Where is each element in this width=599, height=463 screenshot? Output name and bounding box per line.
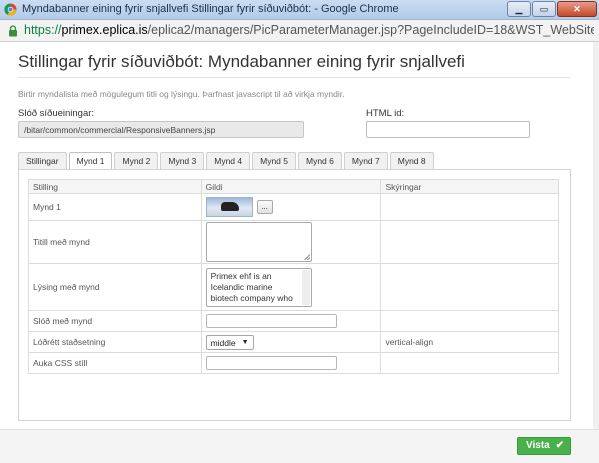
maximize-icon: ▭ xyxy=(539,4,549,14)
tab-mynd-7[interactable]: Mynd 7 xyxy=(343,152,388,169)
link-input[interactable] xyxy=(205,314,337,328)
row-note xyxy=(380,193,559,221)
save-label: Vista xyxy=(526,440,550,451)
header-setting: Stilling xyxy=(28,179,202,194)
row-value: Primex ehf is an Icelandic marine biotec… xyxy=(200,263,382,311)
css-class-input[interactable] xyxy=(205,356,337,370)
horse-image xyxy=(220,202,239,211)
dialog-footer xyxy=(0,429,599,463)
tab-mynd-8[interactable]: Mynd 8 xyxy=(389,152,434,169)
page-scrollbar[interactable] xyxy=(593,42,599,429)
table-row: Auka CSS stíll xyxy=(28,352,559,374)
tab-stillingar[interactable]: Stillingar xyxy=(18,152,67,169)
save-button[interactable]: Vista ✔ xyxy=(517,437,571,455)
description-text: Primex ehf is an Icelandic marine biotec… xyxy=(210,270,293,303)
tab-mynd-4[interactable]: Mynd 4 xyxy=(206,152,251,169)
title-divider xyxy=(18,77,570,78)
url-host: primex.eplica.is xyxy=(61,23,148,37)
tab-mynd-5[interactable]: Mynd 5 xyxy=(252,152,296,169)
url-text[interactable]: https://primex.eplica.is/eplica2/manager… xyxy=(24,23,594,37)
resize-grip-icon[interactable] xyxy=(303,254,310,260)
row-value xyxy=(200,352,382,374)
maximize-button[interactable]: ▭ xyxy=(532,1,556,17)
header-value: Gildi xyxy=(200,179,382,194)
row-label: Titill með mynd xyxy=(28,220,202,264)
address-bar[interactable]: https://primex.eplica.is/eplica2/manager… xyxy=(0,20,599,42)
row-label: Lýsing með mynd xyxy=(28,263,202,311)
tab-mynd-2[interactable]: Mynd 2 xyxy=(114,152,159,169)
row-value xyxy=(200,310,382,332)
minimize-icon: ▁ xyxy=(515,4,523,14)
textarea-scrollbar[interactable] xyxy=(301,269,310,305)
chevron-down-icon: ▼ xyxy=(241,338,249,346)
row-label: Lóðrétt staðsetning xyxy=(28,331,202,353)
page-title: Stillingar fyrir síðuviðbót: Myndabanner… xyxy=(18,52,465,71)
row-note xyxy=(380,310,559,332)
html-id-input[interactable] xyxy=(366,121,530,138)
path-label: Slóð síðueiningar: xyxy=(18,108,95,119)
table-row: Lóðrétt staðsetning middle ▼ vertical-ali… xyxy=(28,331,559,353)
path-field: /bitar/common/commercial/ResponsiveBanne… xyxy=(18,121,304,138)
table-row: Titill með mynd xyxy=(28,220,559,264)
row-value: middle ▼ xyxy=(200,331,382,353)
tab-bar: Stillingar Mynd 1 Mynd 2 Mynd 3 Mynd 4 M… xyxy=(18,152,436,170)
minimize-button[interactable]: ▁ xyxy=(507,1,531,17)
table-row: Lýsing með mynd Primex ehf is an Iceland… xyxy=(28,263,559,311)
select-value: middle xyxy=(210,337,236,348)
title-textarea[interactable] xyxy=(205,222,312,262)
tab-mynd-6[interactable]: Mynd 6 xyxy=(297,152,342,169)
row-label: Slóð með mynd xyxy=(28,310,202,332)
header-notes: Skýringar xyxy=(380,179,559,194)
table-row: Slóð með mynd xyxy=(28,310,559,332)
description-textarea[interactable]: Primex ehf is an Icelandic marine biotec… xyxy=(205,267,312,307)
row-value: ... xyxy=(200,193,382,221)
row-label: Mynd 1 xyxy=(28,193,202,221)
tab-mynd-1[interactable]: Mynd 1 xyxy=(68,152,113,170)
row-label: Auka CSS stíll xyxy=(28,352,202,374)
window-titlebar: Myndabanner eining fyrir snjallvefi Stil… xyxy=(0,0,599,20)
lock-icon xyxy=(9,25,17,37)
html-id-label: HTML id: xyxy=(366,108,405,119)
page-description: Birtir myndalista með mögulegum titli og… xyxy=(18,89,345,99)
row-value xyxy=(200,220,382,264)
browse-image-button[interactable]: ... xyxy=(256,200,273,214)
table-header-row: Stilling Gildi Skýringar xyxy=(28,179,559,194)
image-thumbnail[interactable] xyxy=(205,197,253,217)
row-note xyxy=(380,263,559,311)
url-scheme: https:// xyxy=(24,23,62,37)
vertical-align-select[interactable]: middle ▼ xyxy=(205,334,254,350)
checkmark-icon: ✔ xyxy=(555,440,564,451)
row-note xyxy=(380,352,559,374)
table-row: Mynd 1 ... xyxy=(28,193,559,221)
row-note: vertical-align xyxy=(380,331,559,353)
close-icon: ✕ xyxy=(573,4,581,14)
window-title: Myndabanner eining fyrir snjallvefi Stil… xyxy=(22,3,399,15)
close-window-button[interactable]: ✕ xyxy=(557,1,597,17)
tab-mynd-3[interactable]: Mynd 3 xyxy=(160,152,205,169)
settings-table: Stilling Gildi Skýringar Mynd 1 ... Titi… xyxy=(28,179,559,374)
chrome-icon xyxy=(4,3,17,16)
row-note xyxy=(380,220,559,264)
url-path: /eplica2/managers/PicParameterManager.js… xyxy=(147,23,594,37)
